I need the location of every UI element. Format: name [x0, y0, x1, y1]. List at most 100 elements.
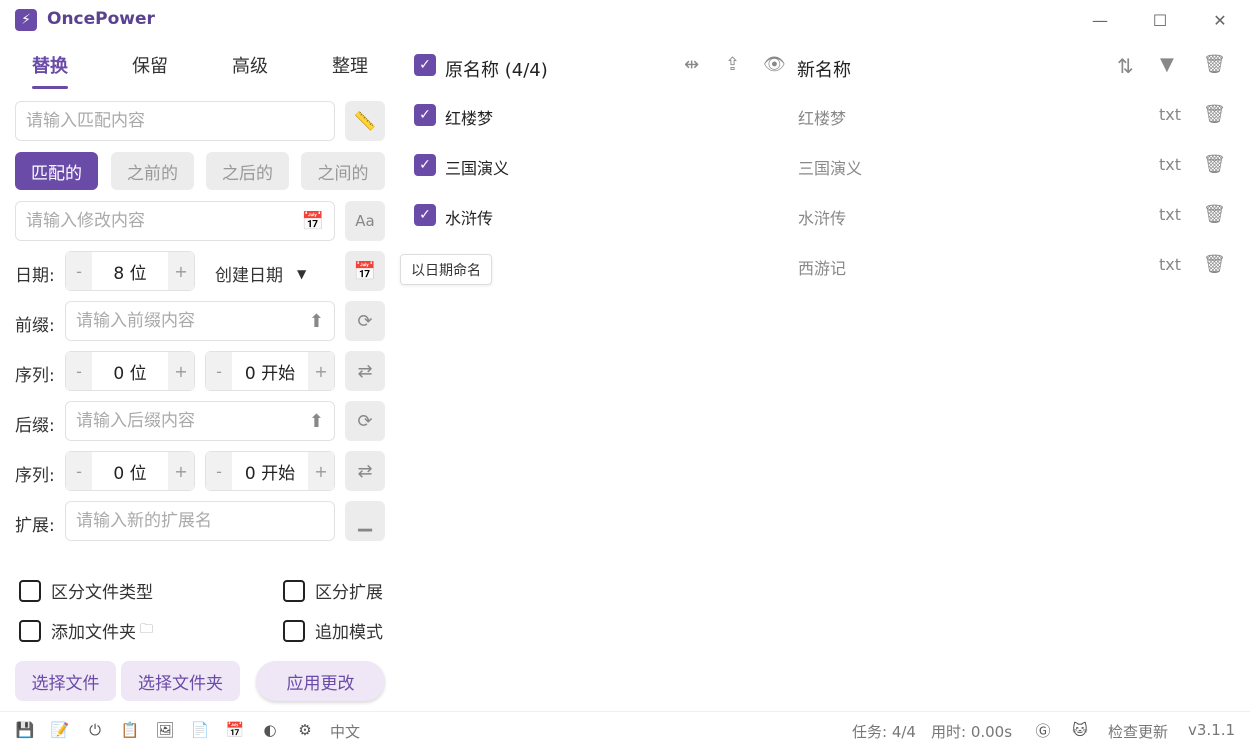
row-checkbox[interactable]: ✓	[414, 154, 436, 176]
refresh-icon: ⟳	[357, 310, 373, 332]
suffix-seq-digits-stepper[interactable]: - 0 位 +	[65, 451, 195, 491]
row-new-name: 红楼梦	[798, 109, 847, 128]
save-icon[interactable]: 💾	[15, 720, 35, 740]
prefix-field[interactable]: ⬆	[65, 301, 335, 341]
date-type-select[interactable]: 创建日期 ▼	[215, 261, 306, 286]
decrement-button[interactable]: -	[66, 352, 92, 390]
close-button[interactable]: ✕	[1208, 8, 1232, 32]
mode-after-button[interactable]: 之后的	[206, 152, 289, 190]
minimize-button[interactable]: —	[1088, 8, 1112, 32]
option-distinguish-ext[interactable]: 区分扩展	[283, 578, 383, 603]
language-switch[interactable]: 中文	[330, 721, 360, 742]
calendar-icon[interactable]: 📅	[302, 211, 324, 232]
suffix-refresh-button[interactable]: ⟳	[345, 401, 385, 441]
checkbox[interactable]	[19, 619, 41, 642]
select-folder-button[interactable]: 选择文件夹	[121, 661, 240, 701]
export-icon[interactable]: ⇪	[725, 54, 740, 75]
checkbox[interactable]	[283, 619, 305, 642]
apply-button[interactable]: 应用更改	[256, 661, 385, 701]
row-checkbox[interactable]: ✓	[414, 204, 436, 226]
suffix-seq-start-stepper[interactable]: - 0 开始 +	[205, 451, 335, 491]
prefix-seq-mode-button[interactable]: ⇄	[345, 351, 385, 391]
increment-button[interactable]: +	[308, 352, 334, 390]
modify-input[interactable]	[26, 211, 302, 231]
ruler-button[interactable]: 📏	[345, 101, 385, 141]
person-icon: ▁	[358, 510, 372, 532]
increment-button[interactable]: +	[308, 452, 334, 490]
decrement-button[interactable]: -	[66, 252, 92, 290]
tab-replace[interactable]: 替换	[32, 52, 68, 78]
eye-icon[interactable]: 👁	[763, 54, 786, 75]
checkbox[interactable]	[283, 579, 305, 602]
new-name-header: 新名称	[797, 60, 851, 81]
tab-advanced[interactable]: 高级	[232, 52, 268, 78]
decrement-button[interactable]: -	[206, 452, 232, 490]
prefix-refresh-button[interactable]: ⟳	[345, 301, 385, 341]
table-row: ✓ 三国演义 三国演义 txt 🗑	[405, 145, 1235, 185]
option-distinguish-type[interactable]: 区分文件类型	[19, 578, 153, 603]
maximize-button[interactable]: ☐	[1148, 8, 1172, 32]
trash-icon[interactable]: 🗑	[1203, 204, 1226, 225]
sort-icon[interactable]: ⇅	[1117, 54, 1134, 78]
trash-icon[interactable]: 🗑	[1203, 154, 1226, 175]
mode-match-button[interactable]: 匹配的	[15, 152, 98, 190]
option-add-folder[interactable]: 添加文件夹 🗀	[19, 618, 153, 643]
power-icon[interactable]: ⏻	[85, 720, 105, 740]
mode-before-button[interactable]: 之前的	[111, 152, 194, 190]
trash-icon[interactable]: 🗑	[1203, 54, 1226, 75]
gear-icon[interactable]: ⚙	[295, 720, 315, 740]
increment-button[interactable]: +	[168, 252, 194, 290]
gitee-icon[interactable]: Ⓖ	[1033, 720, 1053, 740]
tab-keep[interactable]: 保留	[132, 52, 168, 78]
match-field[interactable]	[15, 101, 335, 141]
prefix-seq-start-stepper[interactable]: - 0 开始 +	[205, 351, 335, 391]
theme-icon[interactable]: ◐	[260, 720, 280, 740]
tab-organize[interactable]: 整理	[332, 52, 368, 78]
calendar-icon[interactable]: 📅	[225, 720, 245, 740]
case-button[interactable]: Aa	[345, 201, 385, 241]
increment-button[interactable]: +	[168, 452, 194, 490]
date-digits-stepper[interactable]: - 8 位 +	[65, 251, 195, 291]
file-upload-icon[interactable]: ⬆	[309, 311, 324, 332]
select-all-checkbox[interactable]: ✓	[414, 54, 436, 76]
image-icon[interactable]: 🖼	[155, 720, 175, 740]
row-new-name: 三国演义	[798, 159, 863, 178]
suffix-seq-mode-button[interactable]: ⇄	[345, 451, 385, 491]
row-ext: txt	[1159, 155, 1182, 174]
ext-field[interactable]	[65, 501, 335, 541]
checkbox[interactable]	[19, 579, 41, 602]
status-bar	[0, 711, 1250, 748]
chevron-down-icon: ▼	[297, 266, 307, 281]
ext-input[interactable]	[76, 511, 324, 531]
check-update-link[interactable]: 检查更新	[1108, 721, 1168, 742]
modify-field[interactable]: 📅	[15, 201, 335, 241]
mode-between-button[interactable]: 之间的	[301, 152, 385, 190]
row-new-name: 西游记	[798, 259, 847, 278]
row-checkbox[interactable]: ✓	[414, 104, 436, 126]
log-icon[interactable]: 📝	[50, 720, 70, 740]
suffix-input[interactable]	[76, 411, 309, 431]
calendar-icon: 📅	[353, 260, 377, 282]
split-icon[interactable]: ⇹	[684, 54, 699, 75]
decrement-button[interactable]: -	[66, 452, 92, 490]
prefix-label: 前缀:	[15, 316, 55, 336]
match-input[interactable]	[26, 111, 324, 131]
sequence-icon: ⇄	[357, 360, 373, 382]
trash-icon[interactable]: 🗑	[1203, 104, 1226, 125]
original-name-header: 原名称 (4/4)	[445, 60, 548, 81]
csv-icon[interactable]: 📄	[190, 720, 210, 740]
ext-clear-button[interactable]: ▁	[345, 501, 385, 541]
prefix-input[interactable]	[76, 311, 309, 331]
clipboard-icon[interactable]: 📋	[120, 720, 140, 740]
suffix-field[interactable]: ⬆	[65, 401, 335, 441]
trash-icon[interactable]: 🗑	[1203, 254, 1226, 275]
file-upload-icon[interactable]: ⬆	[309, 411, 324, 432]
decrement-button[interactable]: -	[206, 352, 232, 390]
increment-button[interactable]: +	[168, 352, 194, 390]
filter-icon[interactable]: ▼	[1160, 54, 1174, 75]
github-icon[interactable]: 🐱	[1070, 720, 1090, 740]
prefix-seq-digits-stepper[interactable]: - 0 位 +	[65, 351, 195, 391]
date-name-button[interactable]: 📅	[345, 251, 385, 291]
select-files-button[interactable]: 选择文件	[15, 661, 116, 701]
option-append-mode[interactable]: 追加模式	[283, 618, 383, 643]
